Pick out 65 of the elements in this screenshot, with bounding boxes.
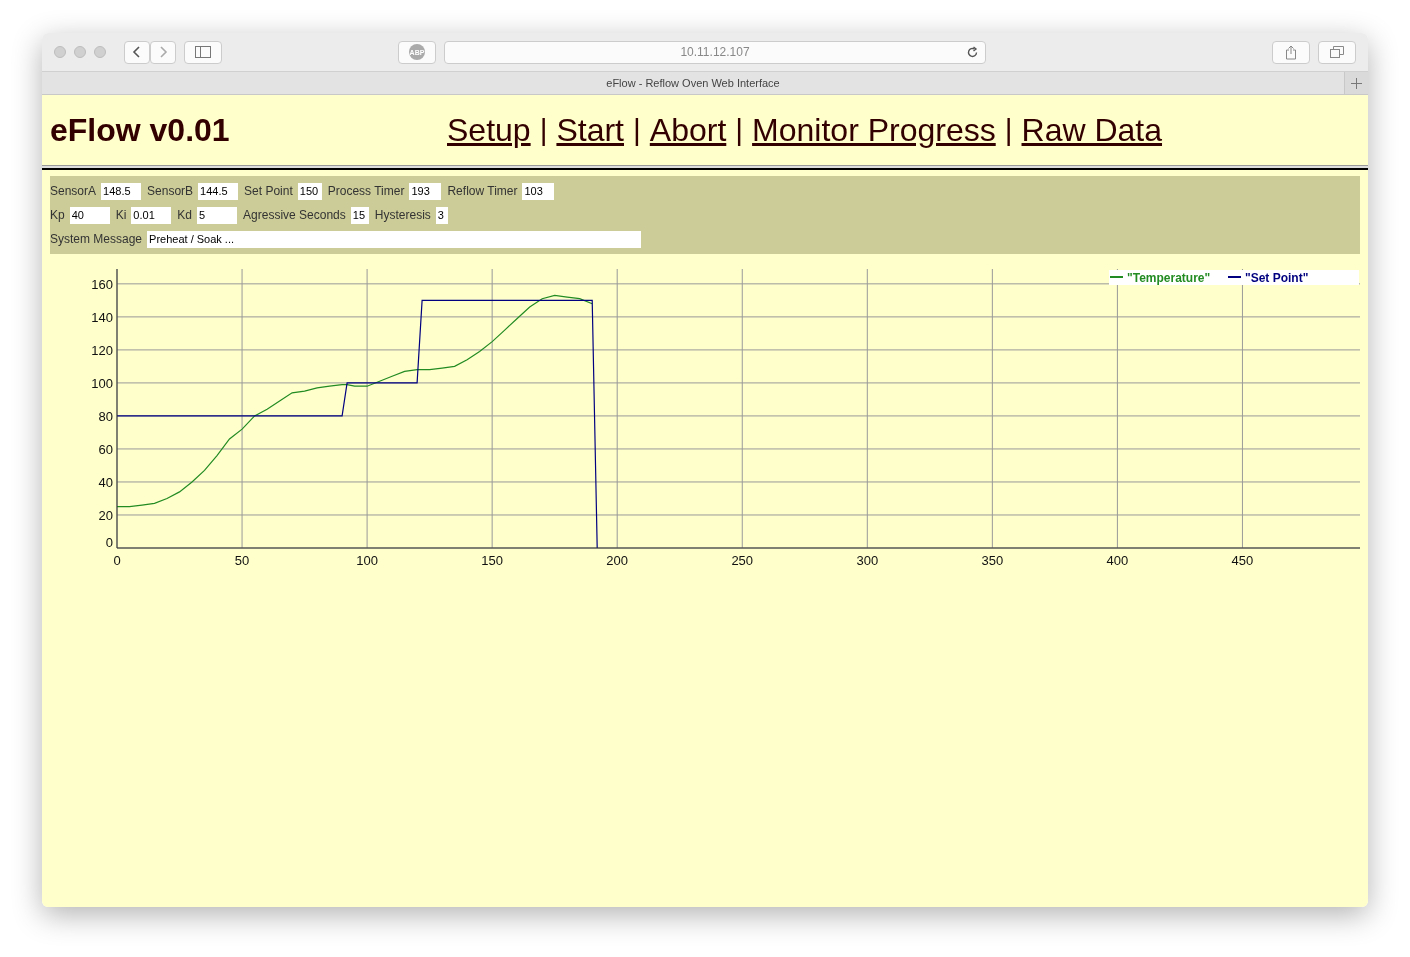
x-tick-label: 50 xyxy=(234,553,250,568)
x-tick-label: 0 xyxy=(113,553,121,568)
chevron-right-icon xyxy=(158,45,168,59)
y-tick-label: 120 xyxy=(91,342,113,358)
value-field[interactable]: 148.5 xyxy=(101,182,142,200)
value-field[interactable]: 15 xyxy=(350,206,369,224)
value-field[interactable]: 40 xyxy=(69,206,110,224)
page-title: eFlow v0.01 xyxy=(50,111,231,149)
field-label: Reflow Timer xyxy=(447,184,518,198)
new-tab-button[interactable] xyxy=(1344,72,1368,94)
field-label: Kd xyxy=(177,208,193,222)
field-label: Process Timer xyxy=(327,184,405,198)
legend-label: "Temperature" xyxy=(1127,271,1211,285)
x-tick-label: 200 xyxy=(606,553,629,568)
sidebar-icon xyxy=(195,46,211,58)
y-tick-label: 20 xyxy=(98,508,113,523)
field-label: Set Point xyxy=(244,184,293,198)
separator-text: | xyxy=(735,113,744,147)
x-tick-label: 450 xyxy=(1231,553,1254,568)
value-field[interactable]: 150 xyxy=(297,182,322,200)
sidebar-button[interactable] xyxy=(184,40,222,64)
separator-text: | xyxy=(1004,113,1013,147)
y-tick-label: 0 xyxy=(105,535,113,550)
reload-icon[interactable] xyxy=(966,45,979,59)
back-button[interactable] xyxy=(124,40,150,64)
field-label: Hysteresis xyxy=(374,208,431,222)
value-field[interactable]: 3 xyxy=(435,206,448,224)
tabs-icon xyxy=(1330,46,1344,58)
value-field[interactable]: 5 xyxy=(197,206,238,224)
nav-link[interactable]: Monitor Progress xyxy=(752,111,996,149)
nav-link[interactable]: Start xyxy=(556,111,624,149)
value-field[interactable]: 0.01 xyxy=(131,206,172,224)
value-field[interactable]: 103 xyxy=(522,182,555,200)
nav-link[interactable]: Setup xyxy=(447,111,531,149)
nav-link[interactable]: Abort xyxy=(649,111,727,149)
y-tick-label: 160 xyxy=(91,276,113,292)
field-label: Ki xyxy=(115,208,127,222)
field-label: SensorA xyxy=(50,184,97,198)
field-label: SensorB xyxy=(147,184,194,198)
field-label: System Message xyxy=(50,232,143,246)
value-field[interactable]: 193 xyxy=(409,182,442,200)
x-tick-label: 350 xyxy=(981,553,1004,568)
x-tick-label: 250 xyxy=(731,553,754,568)
value-field[interactable]: 144.5 xyxy=(198,182,239,200)
tabs-button[interactable] xyxy=(1318,40,1356,64)
y-tick-label: 80 xyxy=(98,408,113,424)
share-button[interactable] xyxy=(1272,40,1310,64)
value-field[interactable]: Preheat / Soak ... xyxy=(147,230,642,248)
legend-label: "Set Point" xyxy=(1245,271,1309,285)
x-tick-label: 400 xyxy=(1106,553,1129,568)
y-tick-label: 140 xyxy=(91,309,113,325)
separator-text: | xyxy=(539,113,548,147)
y-tick-label: 60 xyxy=(98,441,113,457)
field-label: Kp xyxy=(50,208,65,222)
field-label: Agressive Seconds xyxy=(243,208,346,222)
share-icon xyxy=(1285,44,1297,60)
x-tick-label: 150 xyxy=(481,553,503,568)
plus-icon xyxy=(1351,77,1362,89)
x-tick-label: 300 xyxy=(856,553,879,568)
y-tick-label: 40 xyxy=(98,474,113,490)
y-tick-label: 100 xyxy=(91,375,113,391)
separator-text: | xyxy=(633,113,641,147)
nav-link[interactable]: Raw Data xyxy=(1021,111,1162,149)
x-tick-label: 100 xyxy=(356,553,378,568)
chevron-left-icon xyxy=(132,45,142,59)
